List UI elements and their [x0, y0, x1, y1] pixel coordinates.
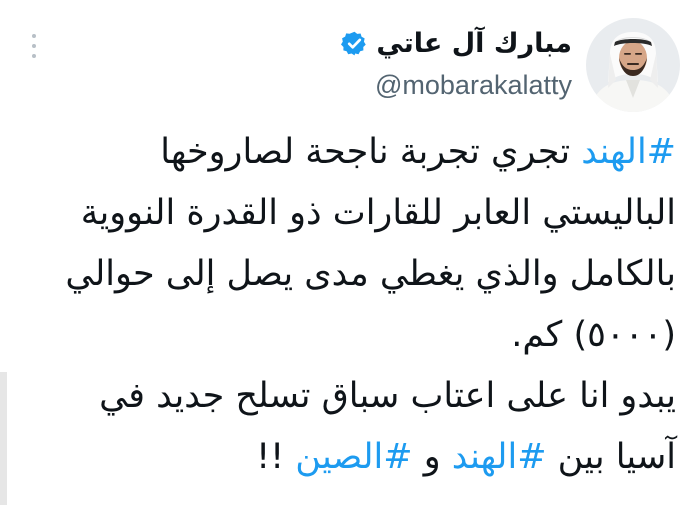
author-display-name[interactable]: مبارك آل عاتي	[376, 28, 572, 59]
tweet-text: #الهند تجري تجربة ناجحة لصاروخها الباليس…	[16, 122, 676, 488]
tweet-text-segment: تجري تجربة ناجحة لصاروخها	[160, 132, 582, 172]
more-dot	[32, 44, 36, 48]
tweet-text-segment: بالكامل والذي يغطي مدى يصل إلى حوالي	[65, 254, 676, 294]
avatar-photo	[586, 18, 680, 112]
hashtag-link[interactable]: #الهند	[581, 132, 676, 172]
tweet-text-segment: يبدو انا على اعتاب سباق تسلح جديد في	[99, 376, 676, 416]
more-options-icon[interactable]	[26, 34, 42, 58]
author-handle[interactable]: @mobarakalatty	[341, 70, 572, 101]
tweet-line-2: الباليستي العابر للقارات ذو القدرة النوو…	[16, 183, 676, 244]
tweet-line-6: آسيا بين #الهند و #الصين !!	[16, 427, 676, 488]
tweet-text-segment: و	[412, 437, 452, 477]
more-dot	[32, 54, 36, 58]
tweet-line-4: (٥٠٠٠) كم.	[16, 305, 676, 366]
tweet-text-segment: الباليستي العابر للقارات ذو القدرة النوو…	[80, 193, 676, 233]
tweet-line-3: بالكامل والذي يغطي مدى يصل إلى حوالي	[16, 244, 676, 305]
avatar[interactable]	[586, 18, 680, 112]
tweet-card: مبارك آل عاتي @mobarakalatty #الهند تجري	[0, 0, 700, 505]
scrollbar-edge	[0, 372, 7, 505]
author-block: مبارك آل عاتي @mobarakalatty	[341, 22, 572, 101]
tweet-text-segment: آسيا بين	[546, 437, 676, 477]
tweet-text-segment: !!	[256, 437, 296, 477]
tweet-line-5: يبدو انا على اعتاب سباق تسلح جديد في	[16, 366, 676, 427]
more-dot	[32, 34, 36, 38]
tweet-line-1: #الهند تجري تجربة ناجحة لصاروخها	[16, 122, 676, 183]
tweet-text-segment: (٥٠٠٠) كم.	[511, 315, 676, 355]
hashtag-link[interactable]: #الصين	[295, 437, 412, 477]
author-name-row: مبارك آل عاتي	[341, 22, 572, 64]
verified-badge-icon	[341, 31, 367, 55]
hashtag-link[interactable]: #الهند	[452, 437, 547, 477]
